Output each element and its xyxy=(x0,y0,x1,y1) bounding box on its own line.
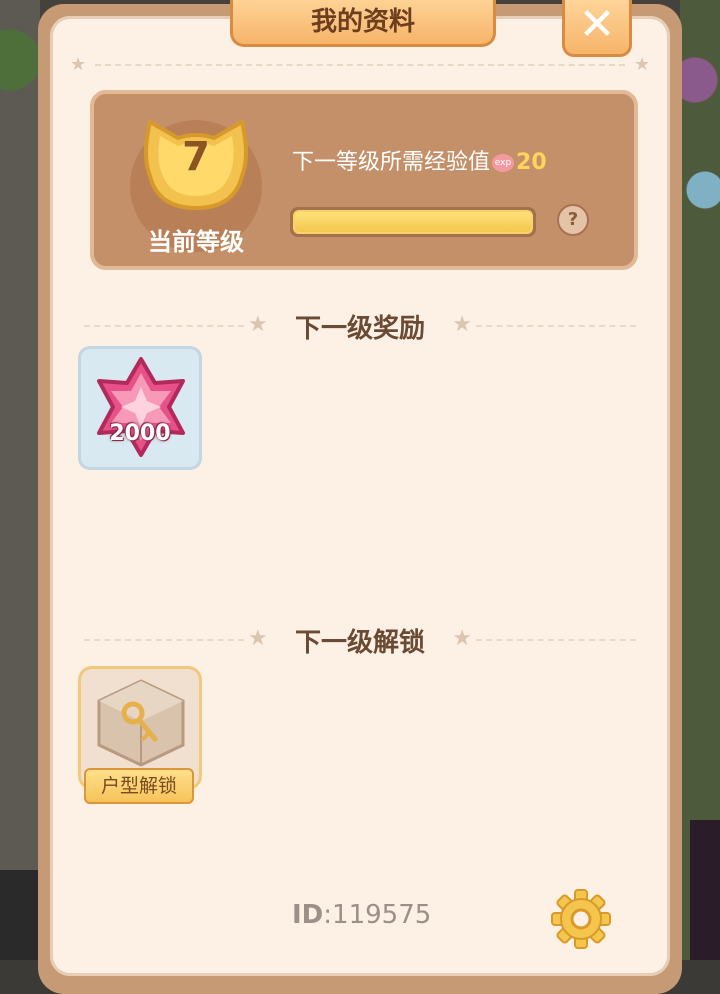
current-level-label: 当前等级 xyxy=(148,228,244,256)
exp-requirement-label: 下一等级所需经验值 xyxy=(292,150,491,175)
exp-heart-icon: exp xyxy=(492,154,515,172)
key-box-icon xyxy=(97,679,185,767)
unlock-section-header: ★ 下一级解锁 ★ xyxy=(84,620,636,660)
level-card: 7 当前等级 下一等级所需经验值 exp 20 ? xyxy=(90,90,638,270)
reward-item[interactable]: 2000 xyxy=(78,346,202,470)
user-id-prefix: ID xyxy=(292,900,324,930)
background-decoration-right xyxy=(690,820,720,960)
panel-title: 我的资料 xyxy=(230,0,496,47)
background-decoration-left xyxy=(0,870,40,960)
exp-progress-fill xyxy=(293,210,533,234)
top-divider xyxy=(95,64,625,66)
user-id: ID:119575 xyxy=(292,900,431,930)
unlock-item-label: 户型解锁 xyxy=(84,768,194,804)
current-level-number: 7 xyxy=(182,134,210,180)
star-decoration-icon: ★ xyxy=(70,54,87,75)
reward-section-header: ★ 下一级奖励 ★ xyxy=(84,306,636,346)
help-button[interactable]: ? xyxy=(557,204,589,236)
user-id-value: :119575 xyxy=(323,900,432,930)
divider-right xyxy=(476,639,636,641)
exp-requirement-value: 20 xyxy=(516,150,547,175)
exp-progress-bar xyxy=(290,207,536,237)
exp-requirement: 下一等级所需经验值 exp 20 xyxy=(292,144,547,176)
divider-right xyxy=(476,325,636,327)
star-decoration-icon: ★ xyxy=(452,312,472,337)
star-decoration-icon: ★ xyxy=(452,626,472,651)
settings-gear-icon[interactable] xyxy=(550,888,612,950)
close-button[interactable]: ✕ xyxy=(562,0,632,57)
reward-count: 2000 xyxy=(109,421,171,446)
star-decoration-icon: ★ xyxy=(634,54,651,75)
